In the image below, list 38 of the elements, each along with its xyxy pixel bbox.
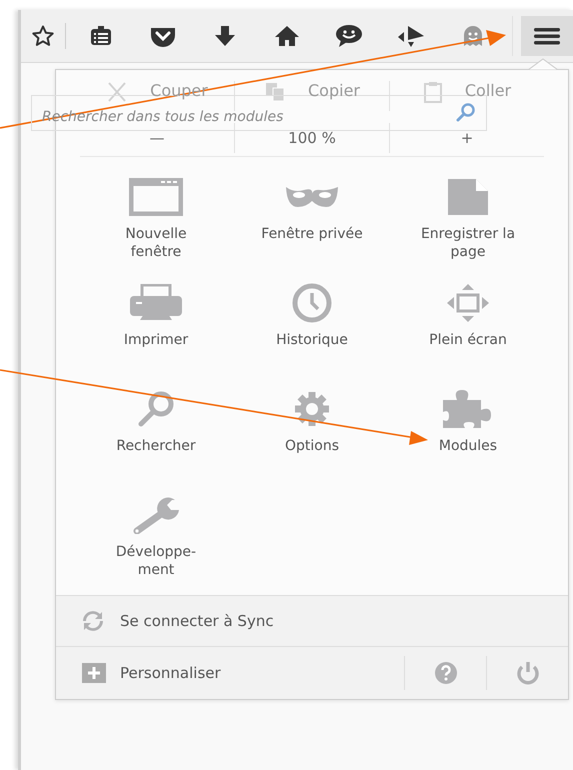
plus-icon: [82, 663, 106, 683]
ghost-icon: [462, 24, 484, 48]
menu-item[interactable]: Plein écran: [390, 281, 546, 369]
zoom-reset-button[interactable]: 100 %: [234, 123, 390, 153]
search-icon: [455, 102, 477, 124]
clipboard-icon: [422, 81, 443, 103]
help-icon: [434, 661, 458, 685]
home-icon: [274, 25, 300, 47]
list-icon: [89, 25, 113, 47]
sync-button[interactable]: Se connecter à Sync: [56, 595, 568, 647]
star-icon: [31, 24, 55, 48]
menu-item[interactable]: Développe- ment: [78, 493, 234, 581]
menu-button[interactable]: [521, 16, 573, 56]
menu-icon: [533, 26, 561, 46]
menu-item[interactable]: Enregistrer la page: [390, 175, 546, 263]
menu-item[interactable]: Nouvelle fenêtre: [78, 175, 234, 263]
wrench-icon: [131, 496, 181, 534]
window-icon: [129, 178, 183, 216]
page-icon: [446, 177, 490, 217]
pocket-icon: [149, 25, 177, 47]
power-icon: [514, 661, 540, 685]
shapes-icon: [396, 24, 426, 48]
fullscreen-icon: [446, 283, 490, 323]
menu-item[interactable]: Fenêtre privée: [234, 175, 390, 263]
sync-icon: [82, 611, 104, 631]
search-icon: [136, 390, 176, 428]
menu-item[interactable]: Rechercher: [78, 387, 234, 475]
copy-icon: [264, 81, 286, 103]
menu-item[interactable]: Modules: [390, 387, 546, 475]
menu-item[interactable]: Imprimer: [78, 281, 234, 369]
printer-icon: [128, 284, 184, 322]
scissors-icon: [106, 81, 128, 103]
menu-item[interactable]: Options: [234, 387, 390, 475]
menu-item[interactable]: Historique: [234, 281, 390, 369]
gear-icon: [292, 390, 332, 428]
clock-icon: [292, 283, 332, 323]
chat-icon: [335, 24, 363, 48]
download-icon: [213, 24, 237, 48]
